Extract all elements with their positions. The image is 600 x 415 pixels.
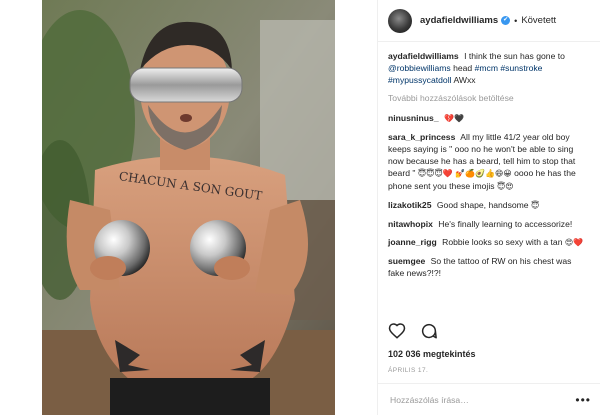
post-photo[interactable]: CHACUN A SON GOUT — [0, 0, 377, 415]
comment-username[interactable]: lizakotik25 — [388, 200, 431, 210]
comment-item: lizakotik25 Good shape, handsome 😇 — [388, 199, 590, 212]
load-more-comments[interactable]: További hozzászólások betöltése — [388, 92, 590, 104]
photo-illustration: CHACUN A SON GOUT — [0, 0, 377, 415]
comment-emoji: 💔🖤 — [444, 114, 464, 123]
comment-emoji: 😍❤️ — [564, 238, 584, 247]
post-side-panel: aydafieldwilliams ✔ • Követett aydafield… — [377, 0, 600, 415]
comment-emoji: 😇 — [530, 201, 540, 210]
comment-username[interactable]: suemgee — [388, 256, 425, 266]
comment-icon[interactable] — [420, 322, 438, 340]
more-icon[interactable]: ••• — [575, 393, 591, 407]
comment-emoji: 😇😍 — [496, 182, 514, 191]
verified-icon: ✔ — [501, 16, 511, 25]
comment-text: Good shape, handsome — [436, 200, 529, 210]
header-username[interactable]: aydafieldwilliams — [420, 15, 498, 26]
comment-username[interactable]: ninusninus_ — [388, 113, 439, 123]
comment-item: sara_k_princess All my little 41/2 year … — [388, 131, 590, 193]
caption-text-3: AWxx — [453, 75, 476, 85]
caption-text: I think the sun has gone to — [464, 51, 565, 61]
hashtag-link[interactable]: #sunstroke — [500, 63, 542, 73]
comment-text: He's finally learning to accessorize! — [438, 219, 573, 229]
comment-item: joanne_rigg Robbie looks so sexy with a … — [388, 236, 590, 249]
comment-emoji: 😇😇😇❤️ — [417, 169, 453, 178]
comment-emoji: 💅🍊🥑👍😄😀 — [455, 169, 512, 178]
header-separator: • — [514, 15, 518, 26]
caption: aydafieldwilliams I think the sun has go… — [388, 50, 590, 86]
comment-item: nitawhopix He's finally learning to acce… — [388, 218, 590, 230]
add-comment-bar: ••• — [378, 383, 600, 415]
caption-username[interactable]: aydafieldwilliams — [388, 51, 459, 61]
hashtag-link[interactable]: #mypussycatdoll — [388, 75, 452, 85]
mention-link[interactable]: @robbiewilliams — [388, 63, 451, 73]
comment-item: suemgee So the tattoo of RW on his chest… — [388, 255, 590, 279]
action-bar — [388, 322, 438, 340]
caption-text-2: head — [453, 63, 473, 73]
heart-icon[interactable] — [388, 322, 406, 340]
hashtag-link[interactable]: #mcm — [475, 63, 498, 73]
comment-input[interactable] — [388, 393, 572, 406]
post-header: aydafieldwilliams ✔ • Követett — [378, 0, 600, 42]
post-date[interactable]: ÁPRILIS 17. — [388, 367, 428, 374]
comment-list: aydafieldwilliams I think the sun has go… — [378, 42, 600, 279]
instagram-post: CHACUN A SON GOUT aydafieldwilliams ✔ • … — [0, 0, 600, 415]
comment-username[interactable]: nitawhopix — [388, 219, 433, 229]
view-count[interactable]: 102 036 megtekintés — [388, 349, 476, 359]
comment-item: ninusninus_ 💔🖤 — [388, 112, 590, 125]
follow-button[interactable]: Követett — [521, 15, 556, 26]
comment-username[interactable]: sara_k_princess — [388, 132, 455, 142]
avatar[interactable] — [388, 8, 412, 33]
comment-text: Robbie looks so sexy with a tan — [442, 237, 563, 247]
comment-username[interactable]: joanne_rigg — [388, 237, 437, 247]
